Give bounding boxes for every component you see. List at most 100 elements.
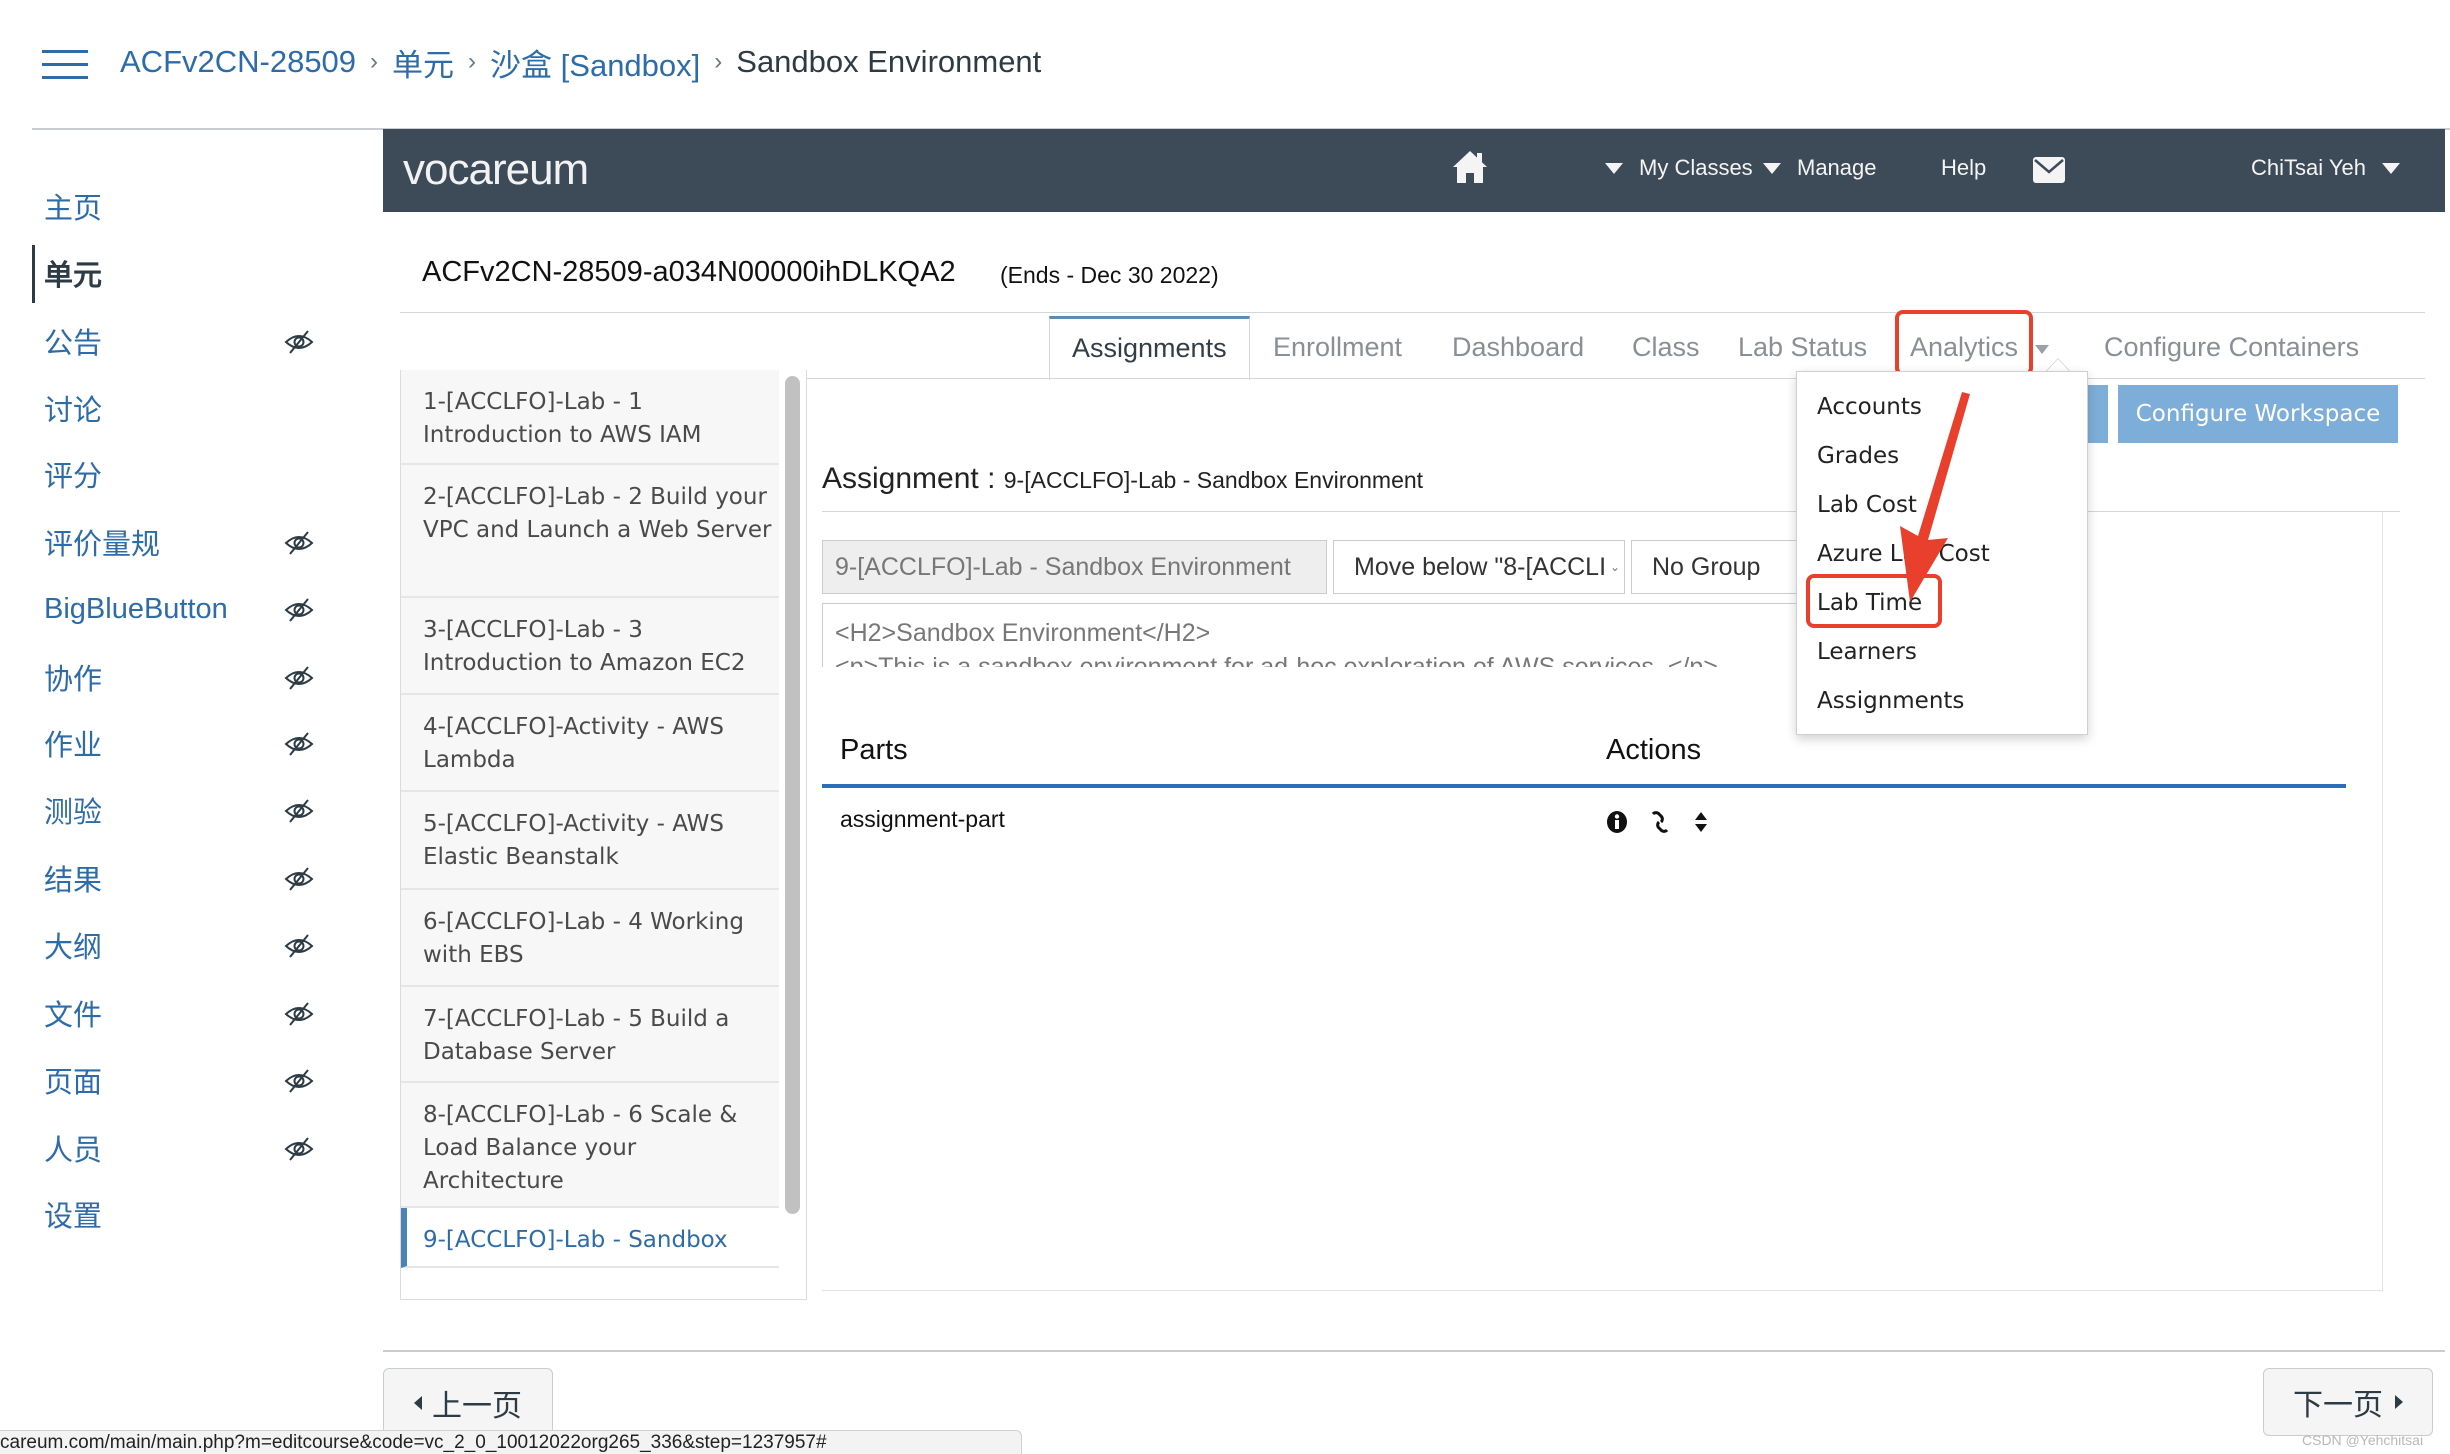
parts-table-header: Parts Actions	[822, 730, 2346, 788]
sidebar-item-label: 结果	[44, 865, 103, 897]
assignment-heading: Assignment : 9-[ACCLFO]-Lab - Sandbox En…	[822, 462, 1423, 496]
sidebar-item[interactable]: 评分	[44, 448, 314, 500]
move-below-select[interactable]: Move below "8-[ACCLI ⌄	[1333, 540, 1625, 594]
sidebar-item-label: 主页	[44, 193, 103, 225]
next-page-label: 下一页	[2293, 1389, 2383, 1422]
menu-item-learners[interactable]: Learners	[1817, 639, 1917, 665]
user-menu[interactable]: ChiTsai Yeh	[2251, 155, 2400, 181]
sidebar-item[interactable]: 大纲	[44, 919, 314, 971]
sidebar-item[interactable]: BigBlueButton	[44, 583, 314, 635]
tab-analytics[interactable]: Analytics	[1910, 316, 2018, 378]
assignment-list-item[interactable]: 4-[ACCLFO]-Activity - AWS Lambda	[401, 695, 779, 792]
menu-item-grades[interactable]: Grades	[1817, 443, 1899, 469]
assignment-description-textarea[interactable]: <H2>Sandbox Environment</H2> <p>This is …	[822, 603, 1812, 667]
sidebar-item-label: 大纲	[44, 932, 103, 964]
menu-item-assignments[interactable]: Assignments	[1817, 688, 1964, 714]
assignment-list-item[interactable]: 5-[ACCLFO]-Activity - AWS Elastic Beanst…	[401, 792, 779, 890]
heading-divider	[822, 511, 2400, 512]
sidebar-item[interactable]: 结果	[44, 852, 314, 904]
sidebar-item[interactable]: 单元	[32, 245, 314, 303]
menu-item-accounts[interactable]: Accounts	[1817, 394, 1922, 420]
description-line: <H2>Sandbox Environment</H2>	[835, 619, 1211, 647]
detail-border	[822, 1290, 2382, 1291]
actions-column-header: Actions	[1606, 734, 1702, 766]
my-classes-menu[interactable]: My Classes	[1605, 155, 1753, 181]
vocareum-logo[interactable]: vocareum	[403, 145, 589, 195]
my-classes-label: My Classes	[1639, 155, 1753, 180]
assignment-list-item[interactable]: 7-[ACCLFO]-Lab - 5 Build a Database Serv…	[401, 987, 779, 1083]
assignment-heading-label: Assignment :	[822, 462, 996, 495]
part-name: assignment-part	[840, 806, 1005, 832]
sidebar-item[interactable]: 测验	[44, 784, 314, 836]
vocareum-navbar: vocareum My Classes Manage Help ChiTsai …	[383, 129, 2445, 212]
menu-item-lab-cost[interactable]: Lab Cost	[1817, 492, 1917, 518]
chevron-down-icon: ⌄	[1610, 560, 1621, 574]
sidebar-item[interactable]: 协作	[44, 651, 314, 703]
tab-assignments[interactable]: Assignments	[1049, 316, 1250, 380]
sidebar-item[interactable]: 讨论	[44, 382, 314, 434]
breadcrumb-course[interactable]: ACFv2CN-28509	[120, 44, 356, 80]
home-icon[interactable]	[1451, 149, 1489, 185]
eye-slash-icon	[284, 666, 314, 690]
eye-slash-icon	[284, 732, 314, 756]
assignment-list-item[interactable]: 8-[ACCLFO]-Lab - 6 Scale & Load Balance …	[401, 1083, 779, 1208]
watermark: CSDN @Yehchitsai	[2302, 1432, 2424, 1448]
caret-left-icon	[414, 1395, 422, 1410]
tab-configure-containers[interactable]: Configure Containers	[2104, 316, 2359, 378]
sidebar-item-label: 测验	[44, 797, 103, 829]
assignment-list-scrollbar[interactable]	[785, 376, 800, 1214]
footer-divider	[383, 1350, 2445, 1352]
assignment-list-item[interactable]: 1-[ACCLFO]-Lab - 1 Introduction to AWS I…	[401, 370, 779, 465]
previous-page-label: 上一页	[432, 1389, 522, 1423]
course-end-date: (Ends - Dec 30 2022)	[1000, 262, 1219, 288]
sidebar-item-label: BigBlueButton	[44, 592, 228, 625]
assignment-list-item[interactable]: 9-[ACCLFO]-Lab - Sandbox	[401, 1208, 779, 1268]
configure-workspace-button[interactable]: Configure Workspace	[2118, 385, 2398, 443]
assignment-list-item[interactable]: 3-[ACCLFO]-Lab - 3 Introduction to Amazo…	[401, 598, 779, 695]
tab-dashboard[interactable]: Dashboard	[1452, 316, 1584, 378]
help-link[interactable]: Help	[1941, 155, 1986, 181]
sort-icon[interactable]	[1690, 810, 1712, 834]
sidebar-item[interactable]: 设置	[44, 1188, 314, 1240]
assignment-name-input[interactable]: 9-[ACCLFO]-Lab - Sandbox Environment	[822, 540, 1327, 594]
sidebar-item[interactable]: 页面	[44, 1054, 314, 1106]
sidebar-item[interactable]: 作业	[44, 717, 314, 769]
menu-item-lab-time[interactable]: Lab Time	[1817, 590, 1922, 616]
envelope-icon[interactable]	[2033, 157, 2065, 183]
sidebar-item-label: 评价量规	[44, 529, 161, 561]
caret-down-icon	[2381, 162, 2400, 174]
link-icon[interactable]	[1649, 810, 1671, 834]
analytics-caret-down-icon[interactable]	[2035, 345, 2049, 354]
sidebar-item-label: 文件	[44, 1000, 103, 1032]
info-icon[interactable]	[1606, 810, 1628, 834]
manage-menu[interactable]: Manage	[1763, 155, 1877, 181]
sidebar-item-label: 评分	[44, 461, 103, 493]
chevron-right-icon: ›	[370, 48, 379, 75]
breadcrumb-modules[interactable]: 单元	[392, 40, 454, 85]
sidebar-item[interactable]: 文件	[44, 987, 314, 1039]
sidebar-item[interactable]: 主页	[44, 180, 314, 232]
chevron-right-icon: ›	[714, 48, 723, 75]
tab-class[interactable]: Class	[1632, 316, 1700, 378]
tab-enrollment[interactable]: Enrollment	[1273, 316, 1402, 378]
assignment-list-item[interactable]: 6-[ACCLFO]-Lab - 4 Working with EBS	[401, 890, 779, 987]
sidebar-item-label: 公告	[44, 328, 103, 360]
caret-down-icon	[1763, 162, 1781, 174]
sidebar-item-label: 讨论	[44, 395, 103, 427]
hamburger-menu-icon[interactable]	[42, 50, 88, 80]
eye-slash-icon	[284, 1002, 314, 1026]
previous-page-button[interactable]: 上一页	[383, 1368, 553, 1436]
analytics-dropdown-menu: Accounts Grades Lab Cost Azure Lab Cost …	[1796, 371, 2088, 735]
sidebar-item[interactable]: 公告	[44, 315, 314, 367]
sidebar-item[interactable]: 人员	[44, 1122, 314, 1174]
tabs-divider	[807, 378, 2425, 379]
next-page-button[interactable]: 下一页	[2263, 1368, 2433, 1436]
sidebar-item-label: 人员	[44, 1135, 103, 1167]
menu-item-azure-lab-cost[interactable]: Azure Lab Cost	[1817, 541, 1990, 567]
description-line: <p>This is a sandbox environment for ad-…	[835, 653, 1718, 667]
assignment-list-item[interactable]: 2-[ACCLFO]-Lab - 2 Build your VPC and La…	[401, 465, 779, 598]
sidebar-item[interactable]: 评价量规	[44, 516, 314, 568]
tab-lab-status[interactable]: Lab Status	[1738, 316, 1867, 378]
breadcrumb-sandbox[interactable]: 沙盒 [Sandbox]	[490, 40, 700, 85]
group-select[interactable]: No Group	[1631, 540, 1811, 594]
